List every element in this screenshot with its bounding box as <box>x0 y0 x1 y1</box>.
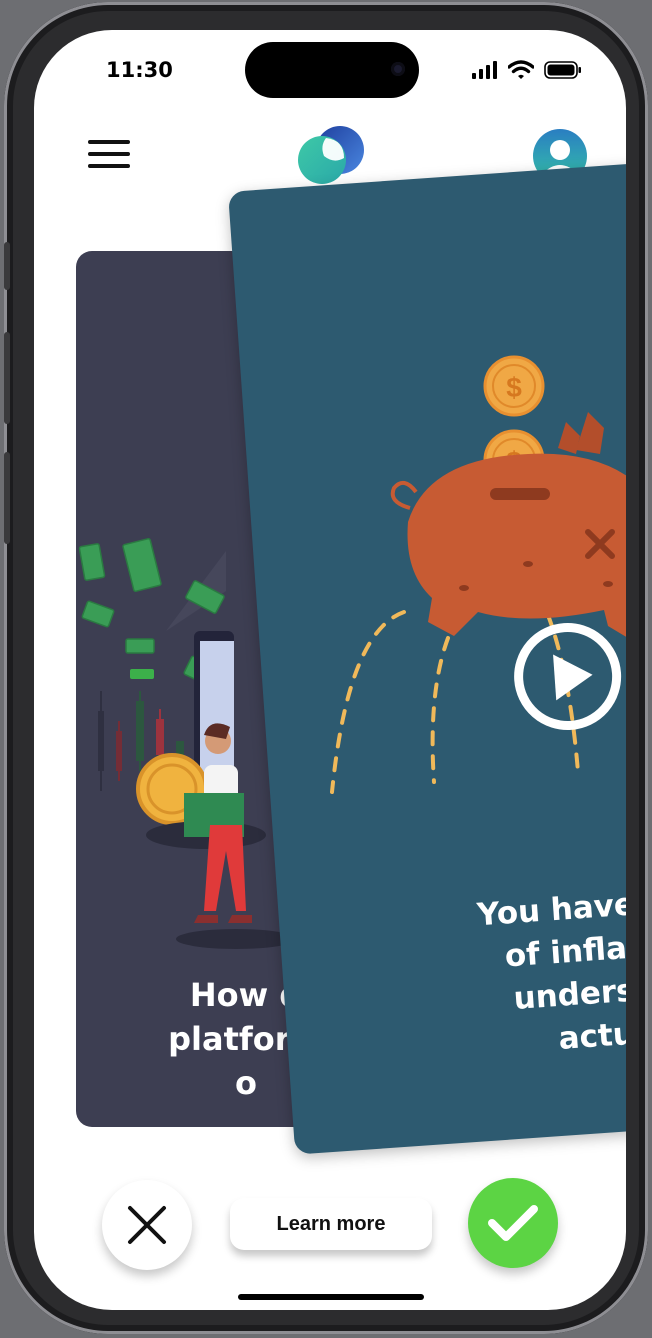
accept-button[interactable] <box>468 1178 558 1268</box>
action-button <box>4 242 10 290</box>
checkmark-icon <box>488 1205 538 1241</box>
app-logo-icon <box>296 122 366 186</box>
screen: 11:30 How d platform o $ You have of inf… <box>34 30 626 1310</box>
card-front[interactable]: $ $ <box>228 159 626 1155</box>
close-icon <box>128 1206 166 1244</box>
learn-more-button[interactable]: Learn more <box>230 1198 432 1250</box>
card-front-caption: You have probably of inflation. But unde… <box>418 868 626 1070</box>
status-icons <box>472 60 582 80</box>
hamburger-menu-icon[interactable] <box>88 138 132 170</box>
volume-down-button <box>4 452 10 544</box>
phone-frame: 11:30 How d platform o $ You have of inf… <box>4 2 648 1334</box>
battery-icon <box>544 61 581 79</box>
camera-icon <box>391 62 405 76</box>
status-time: 11:30 <box>106 58 173 82</box>
home-indicator[interactable] <box>238 1294 424 1300</box>
wifi-icon <box>508 60 534 79</box>
volume-up-button <box>4 332 10 424</box>
svg-text:$: $ <box>506 372 522 403</box>
reject-button[interactable] <box>102 1180 192 1270</box>
dynamic-island <box>245 42 419 98</box>
signal-icon <box>472 61 497 79</box>
play-icon[interactable] <box>509 618 626 735</box>
coin-icon: $ <box>483 355 545 417</box>
